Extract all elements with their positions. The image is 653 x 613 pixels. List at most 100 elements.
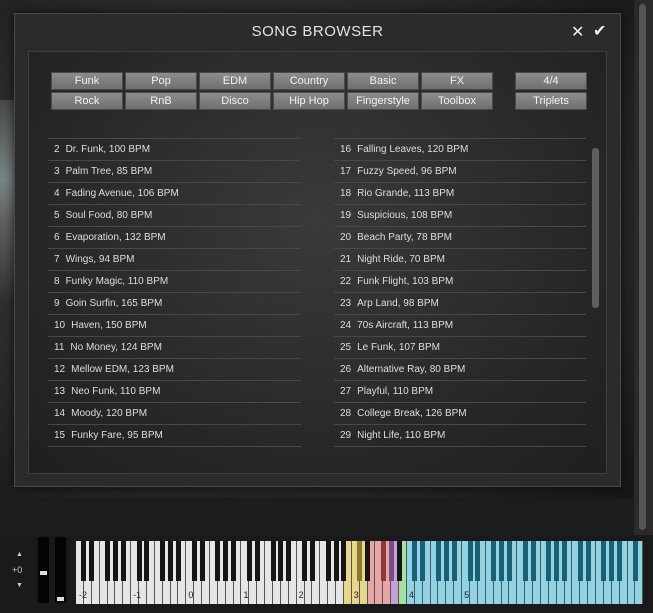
piano-black-key[interactable] xyxy=(270,541,276,581)
piano-black-key[interactable] xyxy=(554,541,560,581)
meter-button-4-4[interactable]: 4/4 xyxy=(515,72,587,90)
song-list-item[interactable]: 23 Arp Land, 98 BPM xyxy=(334,292,586,313)
main-scrollbar-thumb[interactable] xyxy=(639,4,646,530)
song-list-item[interactable]: 18 Rio Grande, 113 BPM xyxy=(334,182,586,203)
genre-button-fingerstyle[interactable]: Fingerstyle xyxy=(347,92,419,110)
genre-button-country[interactable]: Country xyxy=(273,72,345,90)
genre-button-toolbox[interactable]: Toolbox xyxy=(421,92,493,110)
song-list-item[interactable]: 28 College Break, 126 BPM xyxy=(334,402,586,423)
piano-black-key[interactable] xyxy=(302,541,308,581)
piano-black-key[interactable] xyxy=(506,541,512,581)
piano-black-key[interactable] xyxy=(577,541,583,581)
meter-button-triplets[interactable]: Triplets xyxy=(515,92,587,110)
transpose-up-icon[interactable]: ▲ xyxy=(16,551,23,558)
song-list-item[interactable]: 3 Palm Tree, 85 BPM xyxy=(48,160,301,181)
piano-black-key[interactable] xyxy=(522,541,528,581)
transpose-down-icon[interactable]: ▼ xyxy=(16,582,23,589)
piano-black-key[interactable] xyxy=(491,541,497,581)
piano-black-key[interactable] xyxy=(286,541,292,581)
song-list-item[interactable]: 19 Suspicious, 108 BPM xyxy=(334,204,586,225)
song-list-scrollbar-thumb[interactable] xyxy=(592,148,599,308)
piano-black-key[interactable] xyxy=(617,541,623,581)
song-list-item[interactable]: 2 Dr. Funk, 100 BPM xyxy=(48,138,301,159)
song-list-item[interactable]: 21 Night Ride, 70 BPM xyxy=(334,248,586,269)
piano-black-key[interactable] xyxy=(562,541,568,581)
genre-button-fx[interactable]: FX xyxy=(421,72,493,90)
song-list-item[interactable]: 27 Playful, 110 BPM xyxy=(334,380,586,401)
song-list-item[interactable]: 14 Moody, 120 BPM xyxy=(48,402,301,423)
song-list-item[interactable]: 24 70s Aircraft, 113 BPM xyxy=(334,314,586,335)
song-list-item[interactable]: 13 Neo Funk, 110 BPM xyxy=(48,380,301,401)
piano-black-key[interactable] xyxy=(435,541,441,581)
piano-black-key[interactable] xyxy=(89,541,95,581)
piano-black-key[interactable] xyxy=(499,541,505,581)
genre-button-rnb[interactable]: RnB xyxy=(125,92,197,110)
song-list-item[interactable]: 5 Soul Food, 80 BPM xyxy=(48,204,301,225)
piano-black-key[interactable] xyxy=(199,541,205,581)
piano-black-key[interactable] xyxy=(451,541,457,581)
song-list-item[interactable]: 25 Le Funk, 107 BPM xyxy=(334,336,586,357)
song-list-item[interactable]: 7 Wings, 94 BPM xyxy=(48,248,301,269)
piano-black-key[interactable] xyxy=(160,541,166,581)
song-list-item[interactable]: 26 Alternative Ray, 80 BPM xyxy=(334,358,586,379)
piano-black-key[interactable] xyxy=(231,541,237,581)
piano-black-key[interactable] xyxy=(325,541,331,581)
genre-button-funk[interactable]: Funk xyxy=(51,72,123,90)
piano-black-key[interactable] xyxy=(278,541,284,581)
song-list-item[interactable]: 22 Funk Flight, 103 BPM xyxy=(334,270,586,291)
song-list-item[interactable]: 4 Fading Avenue, 106 BPM xyxy=(48,182,301,203)
genre-button-disco[interactable]: Disco xyxy=(199,92,271,110)
song-list-item[interactable]: 17 Fuzzy Speed, 96 BPM xyxy=(334,160,586,181)
song-list-item[interactable]: 12 Mellow EDM, 123 BPM xyxy=(48,358,301,379)
piano-black-key[interactable] xyxy=(168,541,174,581)
piano-black-key[interactable] xyxy=(333,541,339,581)
piano-black-key[interactable] xyxy=(420,541,426,581)
piano-black-key[interactable] xyxy=(632,541,638,581)
piano-black-key[interactable] xyxy=(120,541,126,581)
genre-button-hip-hop[interactable]: Hip Hop xyxy=(273,92,345,110)
song-list-item[interactable]: 6 Evaporation, 132 BPM xyxy=(48,226,301,247)
song-list-item[interactable]: 8 Funky Magic, 110 BPM xyxy=(48,270,301,291)
song-list-item[interactable]: 11 No Money, 124 BPM xyxy=(48,336,301,357)
genre-button-basic[interactable]: Basic xyxy=(347,72,419,90)
mod-wheel[interactable] xyxy=(55,537,66,603)
piano-black-key[interactable] xyxy=(254,541,260,581)
song-list-item[interactable]: 9 Goin Surfin, 165 BPM xyxy=(48,292,301,313)
song-list-item[interactable]: 20 Beach Party, 78 BPM xyxy=(334,226,586,247)
piano-black-key[interactable] xyxy=(396,541,402,581)
piano-black-key[interactable] xyxy=(357,541,363,581)
piano-black-key[interactable] xyxy=(546,541,552,581)
pitch-bend-wheel[interactable] xyxy=(38,537,49,603)
piano-black-key[interactable] xyxy=(365,541,371,581)
main-scrollbar[interactable] xyxy=(634,0,653,535)
piano-black-key[interactable] xyxy=(144,541,150,581)
song-list-item[interactable]: 10 Haven, 150 BPM xyxy=(48,314,301,335)
piano-black-key[interactable] xyxy=(388,541,394,581)
piano-black-key[interactable] xyxy=(175,541,181,581)
piano-black-key[interactable] xyxy=(223,541,229,581)
piano-black-key[interactable] xyxy=(609,541,615,581)
genre-button-rock[interactable]: Rock xyxy=(51,92,123,110)
piano-black-key[interactable] xyxy=(585,541,591,581)
piano-black-key[interactable] xyxy=(105,541,111,581)
piano-black-key[interactable] xyxy=(467,541,473,581)
piano-black-key[interactable] xyxy=(341,541,347,581)
piano-black-key[interactable] xyxy=(443,541,449,581)
piano-black-key[interactable] xyxy=(530,541,536,581)
piano-black-key[interactable] xyxy=(475,541,481,581)
piano-black-key[interactable] xyxy=(191,541,197,581)
piano-black-key[interactable] xyxy=(412,541,418,581)
genre-button-pop[interactable]: Pop xyxy=(125,72,197,90)
piano-black-key[interactable] xyxy=(380,541,386,581)
piano-black-key[interactable] xyxy=(309,541,315,581)
piano-black-key[interactable] xyxy=(246,541,252,581)
confirm-check-icon[interactable]: ✔ xyxy=(593,21,606,41)
piano-black-key[interactable] xyxy=(112,541,118,581)
piano-black-key[interactable] xyxy=(601,541,607,581)
song-list-item[interactable]: 29 Night Life, 110 BPM xyxy=(334,424,586,445)
song-list-item[interactable]: 15 Funky Fare, 95 BPM xyxy=(48,424,301,445)
song-list-item[interactable]: 16 Falling Leaves, 120 BPM xyxy=(334,138,586,159)
piano-black-key[interactable] xyxy=(136,541,142,581)
piano-black-key[interactable] xyxy=(215,541,221,581)
piano-black-key[interactable] xyxy=(81,541,87,581)
